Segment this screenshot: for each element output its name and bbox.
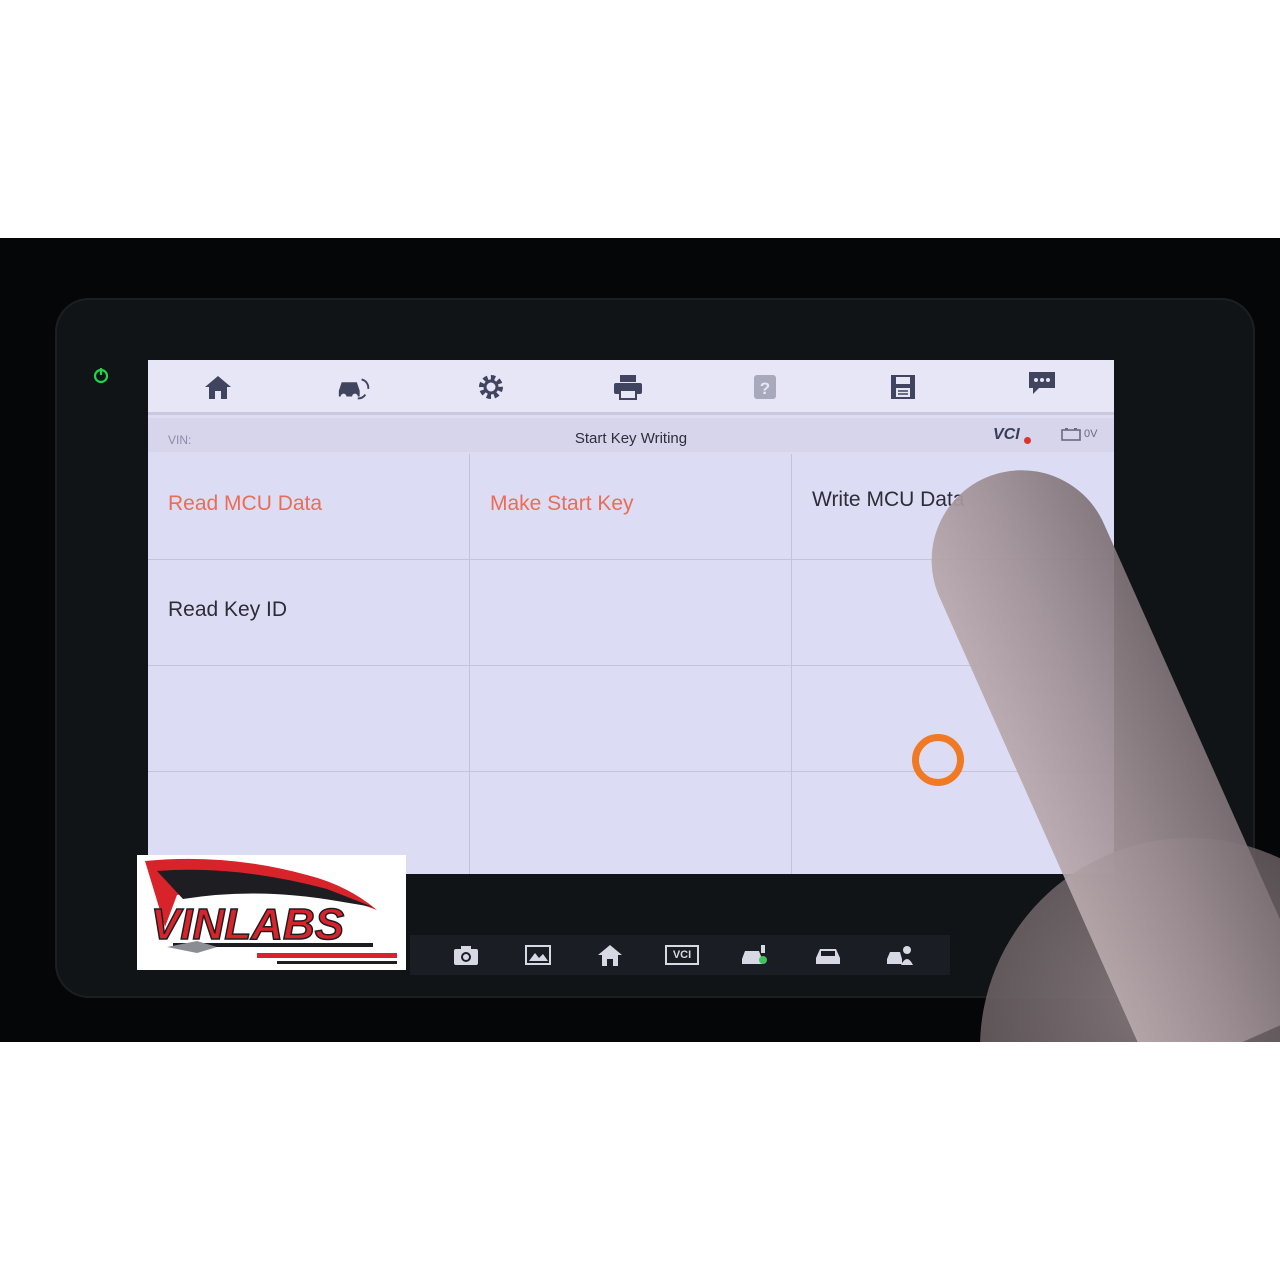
grid-item-label: Make Start Key (490, 492, 634, 515)
car-icon[interactable] (814, 943, 842, 967)
grid-item-label: Read Key ID (168, 598, 288, 621)
bottom-taskbar: VCI (410, 935, 950, 975)
grid-item-label: Write MCU Data (812, 488, 965, 511)
grid-item-read-mcu-data[interactable]: Read MCU Data (148, 454, 470, 560)
gear-icon[interactable] (473, 370, 509, 404)
battery-icon (1061, 428, 1081, 441)
car-swap-icon[interactable] (336, 370, 372, 404)
grid-item-label: Read MCU Data (168, 492, 323, 515)
vinlabs-logo: VINLABS (137, 855, 406, 970)
status-bar: VIN: Start Key Writing VCI 0V (148, 418, 1114, 452)
svg-text:?: ? (760, 379, 770, 398)
save-icon[interactable] (885, 370, 921, 404)
vinlabs-logo-graphic: VINLABS (145, 858, 397, 964)
camera-icon[interactable] (452, 943, 480, 967)
grid-empty-cell (470, 560, 792, 666)
logo-text: VINLABS (151, 900, 344, 949)
message-icon[interactable] (1024, 366, 1060, 400)
top-toolbar: ? (148, 360, 1114, 415)
grid-item-make-start-key[interactable]: Make Start Key (470, 454, 792, 560)
grid-empty-cell (470, 772, 792, 874)
car-user-icon[interactable] (886, 943, 914, 967)
home-icon[interactable] (596, 943, 624, 967)
home-icon[interactable] (200, 370, 236, 404)
car-diagnostic-icon[interactable] (740, 943, 768, 967)
vci-status: VCI (993, 426, 1020, 443)
grid-item-read-key-id[interactable]: Read Key ID (148, 560, 470, 666)
printer-icon[interactable] (610, 370, 646, 404)
vci-status-dot (1024, 437, 1031, 444)
voltage-readout: 0V (1084, 428, 1098, 440)
vci-icon[interactable]: VCI (665, 945, 699, 965)
help-icon[interactable]: ? (747, 370, 783, 404)
grid-empty-cell (470, 666, 792, 772)
screenshot-icon[interactable] (524, 943, 552, 967)
power-icon[interactable] (92, 366, 110, 384)
grid-empty-cell (148, 666, 470, 772)
page-title: Start Key Writing (574, 430, 688, 447)
orange-circle-icon[interactable] (912, 734, 964, 786)
